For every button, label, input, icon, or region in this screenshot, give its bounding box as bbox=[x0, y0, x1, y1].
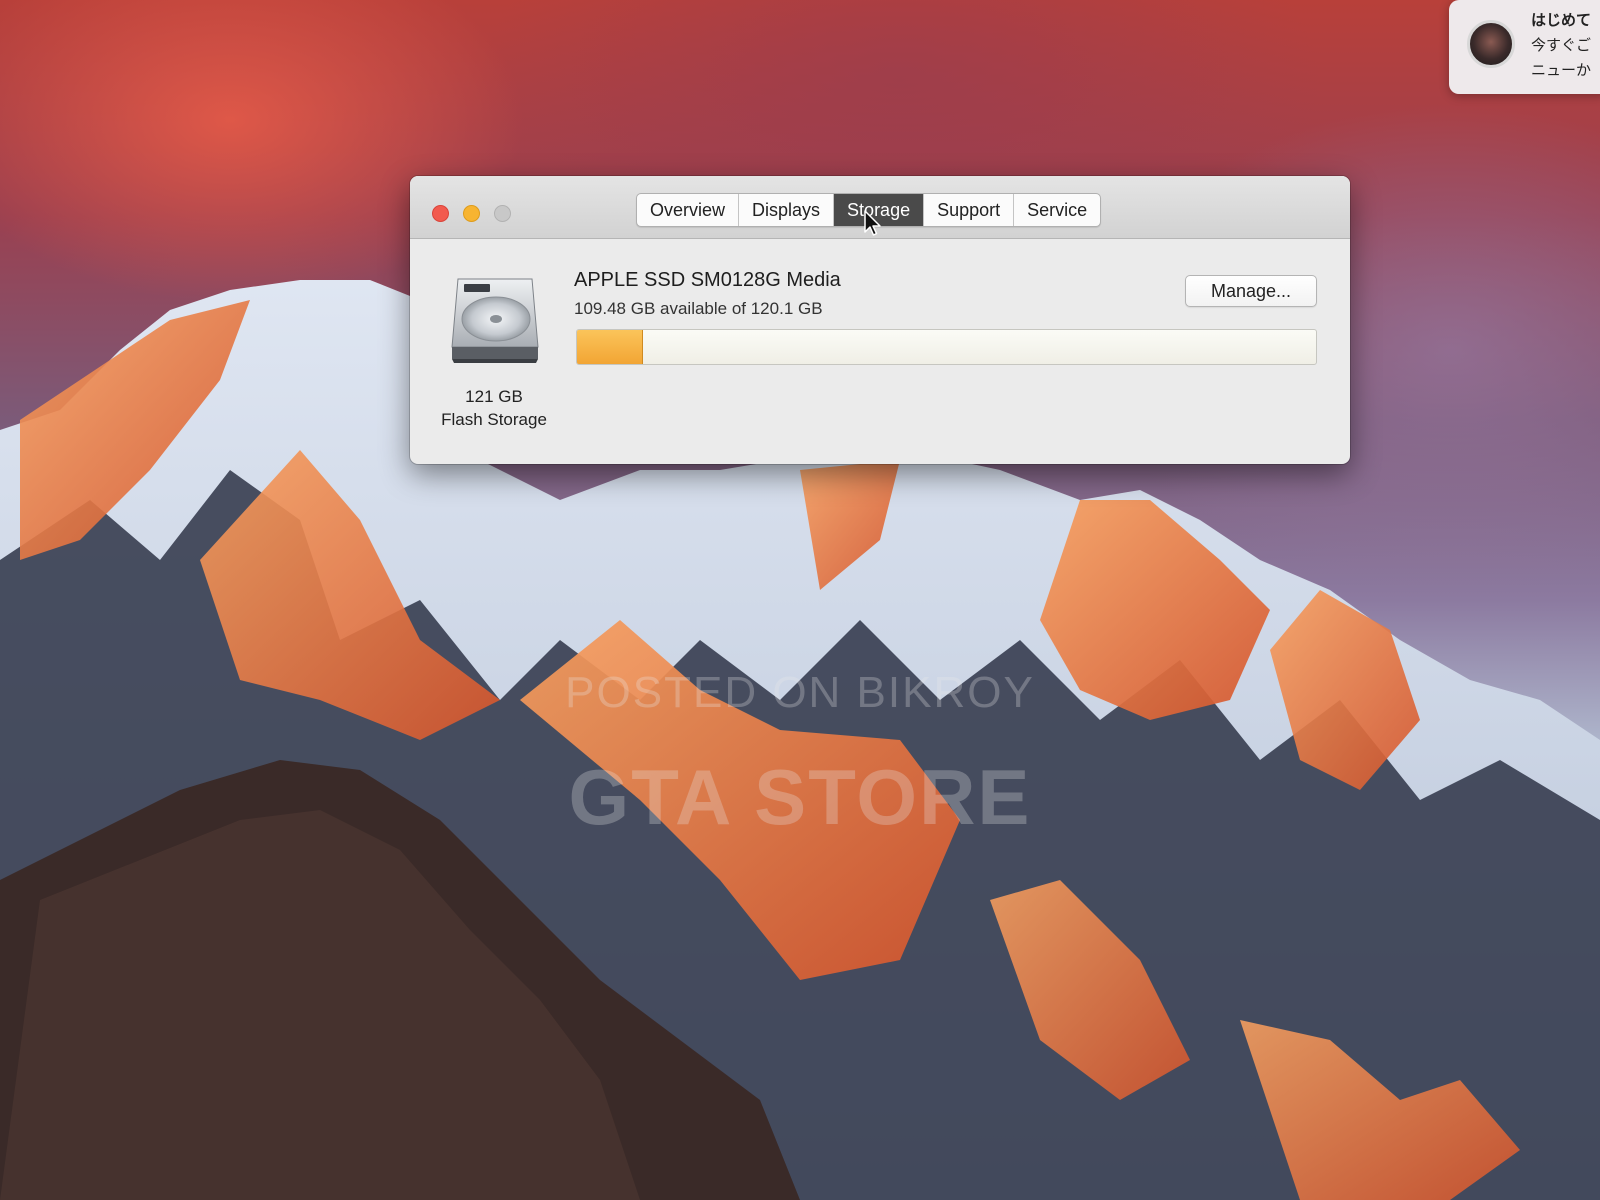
minimize-window-button[interactable] bbox=[463, 205, 480, 222]
storage-used-segment[interactable] bbox=[577, 330, 644, 364]
drive-availability: 109.48 GB available of 120.1 GB bbox=[574, 299, 823, 318]
notification-line: 今すぐご bbox=[1531, 37, 1592, 54]
notification-title: はじめて bbox=[1531, 12, 1592, 29]
tab-support[interactable]: Support bbox=[924, 194, 1015, 226]
hard-drive-icon bbox=[451, 278, 539, 363]
drive-capacity-label: 121 GB Flash Storage bbox=[424, 385, 564, 431]
close-window-button[interactable] bbox=[432, 205, 449, 222]
manage-button[interactable]: Manage... bbox=[1185, 275, 1317, 307]
notification-text: はじめて 今すぐご ニューか bbox=[1531, 8, 1591, 83]
drive-capacity-type: Flash Storage bbox=[441, 410, 547, 429]
drive-name: APPLE SSD SM0128G Media bbox=[574, 269, 841, 291]
storage-usage-bar[interactable] bbox=[576, 329, 1317, 365]
notification-banner[interactable]: はじめて 今すぐご ニューか bbox=[1449, 0, 1600, 94]
mouse-pointer-icon bbox=[864, 210, 881, 236]
notification-app-icon bbox=[1467, 20, 1515, 68]
storage-panel: 121 GB Flash Storage APPLE SSD SM0128G M… bbox=[410, 239, 1350, 464]
desktop: POSTED ON BIKROY GTA STORE はじめて 今すぐご ニュー… bbox=[0, 0, 1600, 1200]
watermark-store-text: GTA STORE bbox=[568, 753, 1032, 841]
tab-displays[interactable]: Displays bbox=[739, 194, 835, 226]
tab-overview[interactable]: Overview bbox=[637, 194, 740, 226]
zoom-window-button[interactable] bbox=[494, 205, 511, 222]
watermark-text: POSTED ON BIKROY bbox=[565, 668, 1035, 717]
notification-line: ニューか bbox=[1531, 62, 1592, 79]
tab-service[interactable]: Service bbox=[1014, 194, 1100, 226]
drive-capacity-size: 121 GB bbox=[465, 387, 523, 406]
